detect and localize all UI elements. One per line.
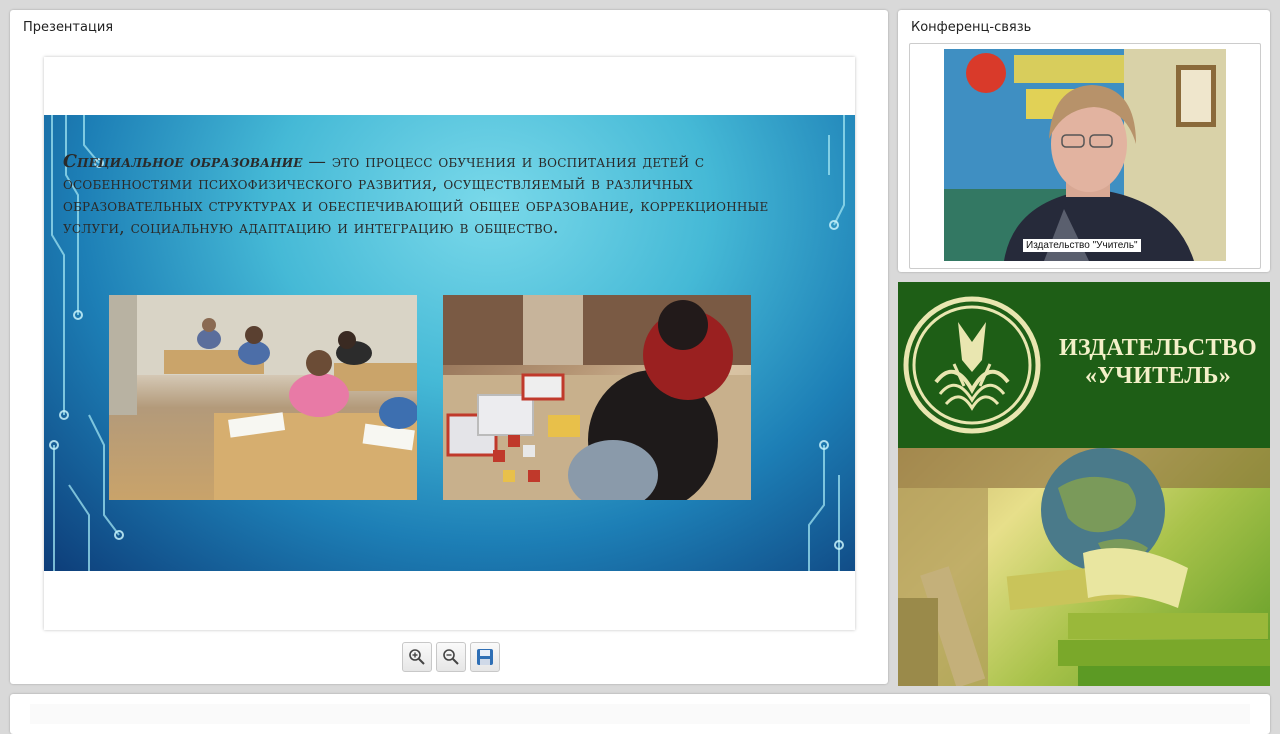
publisher-name-line1: ИЗДАТЕЛЬСТВО [1058, 335, 1258, 361]
presentation-panel: Презентация Специальное образование — эт… [10, 10, 888, 684]
bottom-bar [30, 704, 1250, 724]
classroom-photo [109, 295, 417, 500]
activity-photo-drawing [443, 295, 751, 500]
conference-panel: Конференц-связь Издательство "Учитель" [898, 10, 1270, 272]
save-button[interactable] [470, 642, 500, 672]
classroom-photo-drawing [109, 295, 417, 500]
books-globe-drawing [898, 448, 1270, 686]
zoom-in-button[interactable] [402, 642, 432, 672]
publisher-logo [903, 296, 1041, 434]
presentation-title: Презентация [23, 20, 114, 35]
publisher-name: ИЗДАТЕЛЬСТВО «УЧИТЕЛЬ» [1058, 334, 1258, 390]
participant-label: Издательство "Учитель" [1023, 239, 1141, 252]
save-icon [477, 649, 493, 665]
participant-video-drawing [944, 49, 1226, 261]
participant-video[interactable]: Издательство "Учитель" [944, 49, 1226, 261]
zoom-in-icon [409, 649, 425, 665]
slide-text: Специальное образование — это процесс об… [63, 151, 833, 239]
slide-term: Специальное образование [63, 152, 303, 172]
publisher-banner: ИЗДАТЕЛЬСТВО «УЧИТЕЛЬ» [898, 282, 1270, 448]
slide: Специальное образование — это процесс об… [44, 115, 855, 571]
books-globe-image [898, 448, 1270, 686]
zoom-out-icon [443, 649, 459, 665]
publisher-name-line2: «УЧИТЕЛЬ» [1084, 363, 1232, 389]
presentation-toolbar [402, 642, 500, 672]
slide-viewer[interactable]: Специальное образование — это процесс об… [44, 57, 855, 630]
activity-photo [443, 295, 751, 500]
conference-title: Конференц-связь [911, 20, 1032, 35]
zoom-out-button[interactable] [436, 642, 466, 672]
bottom-panel [10, 694, 1270, 734]
